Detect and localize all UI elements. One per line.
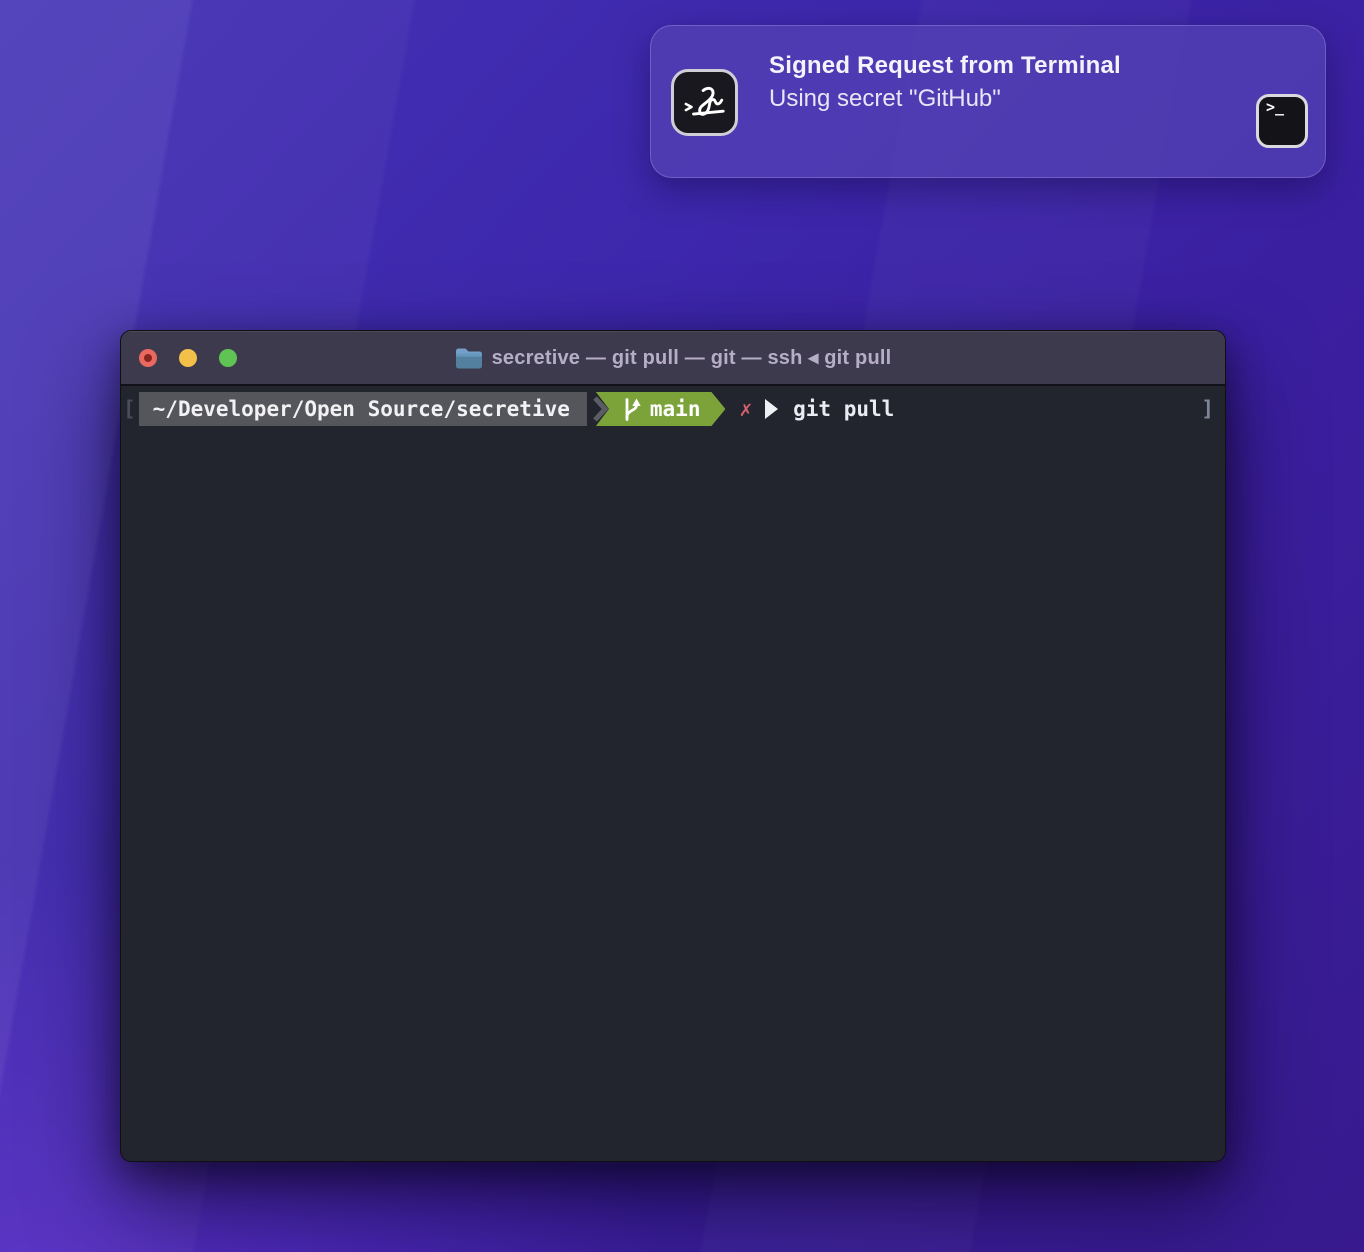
prompt-path-segment: ~/Developer/Open Source/secretive	[139, 392, 587, 426]
terminal-icon-glyph: >_	[1266, 98, 1284, 116]
window-titlebar[interactable]: secretive — git pull — git — ssh ◂ git p…	[121, 331, 1225, 386]
secretive-app-icon	[671, 69, 738, 136]
prompt-bracket-left: [	[123, 397, 136, 421]
terminal-window: secretive — git pull — git — ssh ◂ git p…	[120, 330, 1226, 1162]
signature-icon	[682, 83, 728, 123]
zoom-button[interactable]	[219, 349, 237, 367]
prompt-bracket-right: ]	[1201, 397, 1214, 421]
git-branch-segment: main	[596, 392, 726, 426]
notification-title: Signed Request from Terminal	[769, 52, 1121, 80]
notification-banner[interactable]: Signed Request from Terminal Using secre…	[650, 25, 1326, 178]
prompt-arrow-icon	[764, 398, 779, 420]
traffic-lights	[139, 331, 237, 384]
exit-status-mark: ✗	[739, 397, 752, 421]
prompt-line: [ ~/Developer/Open Source/secretive	[123, 392, 1219, 426]
desktop-background: Signed Request from Terminal Using secre…	[0, 0, 1364, 1252]
branch-name: main	[650, 397, 701, 421]
terminal-content[interactable]: [ ~/Developer/Open Source/secretive	[121, 386, 1225, 426]
window-title: secretive — git pull — git — ssh ◂ git p…	[492, 345, 892, 370]
typed-command: git pull	[793, 397, 894, 421]
close-button[interactable]	[139, 349, 157, 367]
window-title-area: secretive — git pull — git — ssh ◂ git p…	[455, 345, 892, 370]
minimize-button[interactable]	[179, 349, 197, 367]
git-branch-icon	[623, 397, 641, 422]
unsaved-indicator-dot	[144, 354, 152, 362]
notification-subtitle: Using secret "GitHub"	[769, 85, 1001, 113]
folder-icon	[455, 347, 482, 369]
terminal-icon: >_	[1256, 94, 1308, 148]
